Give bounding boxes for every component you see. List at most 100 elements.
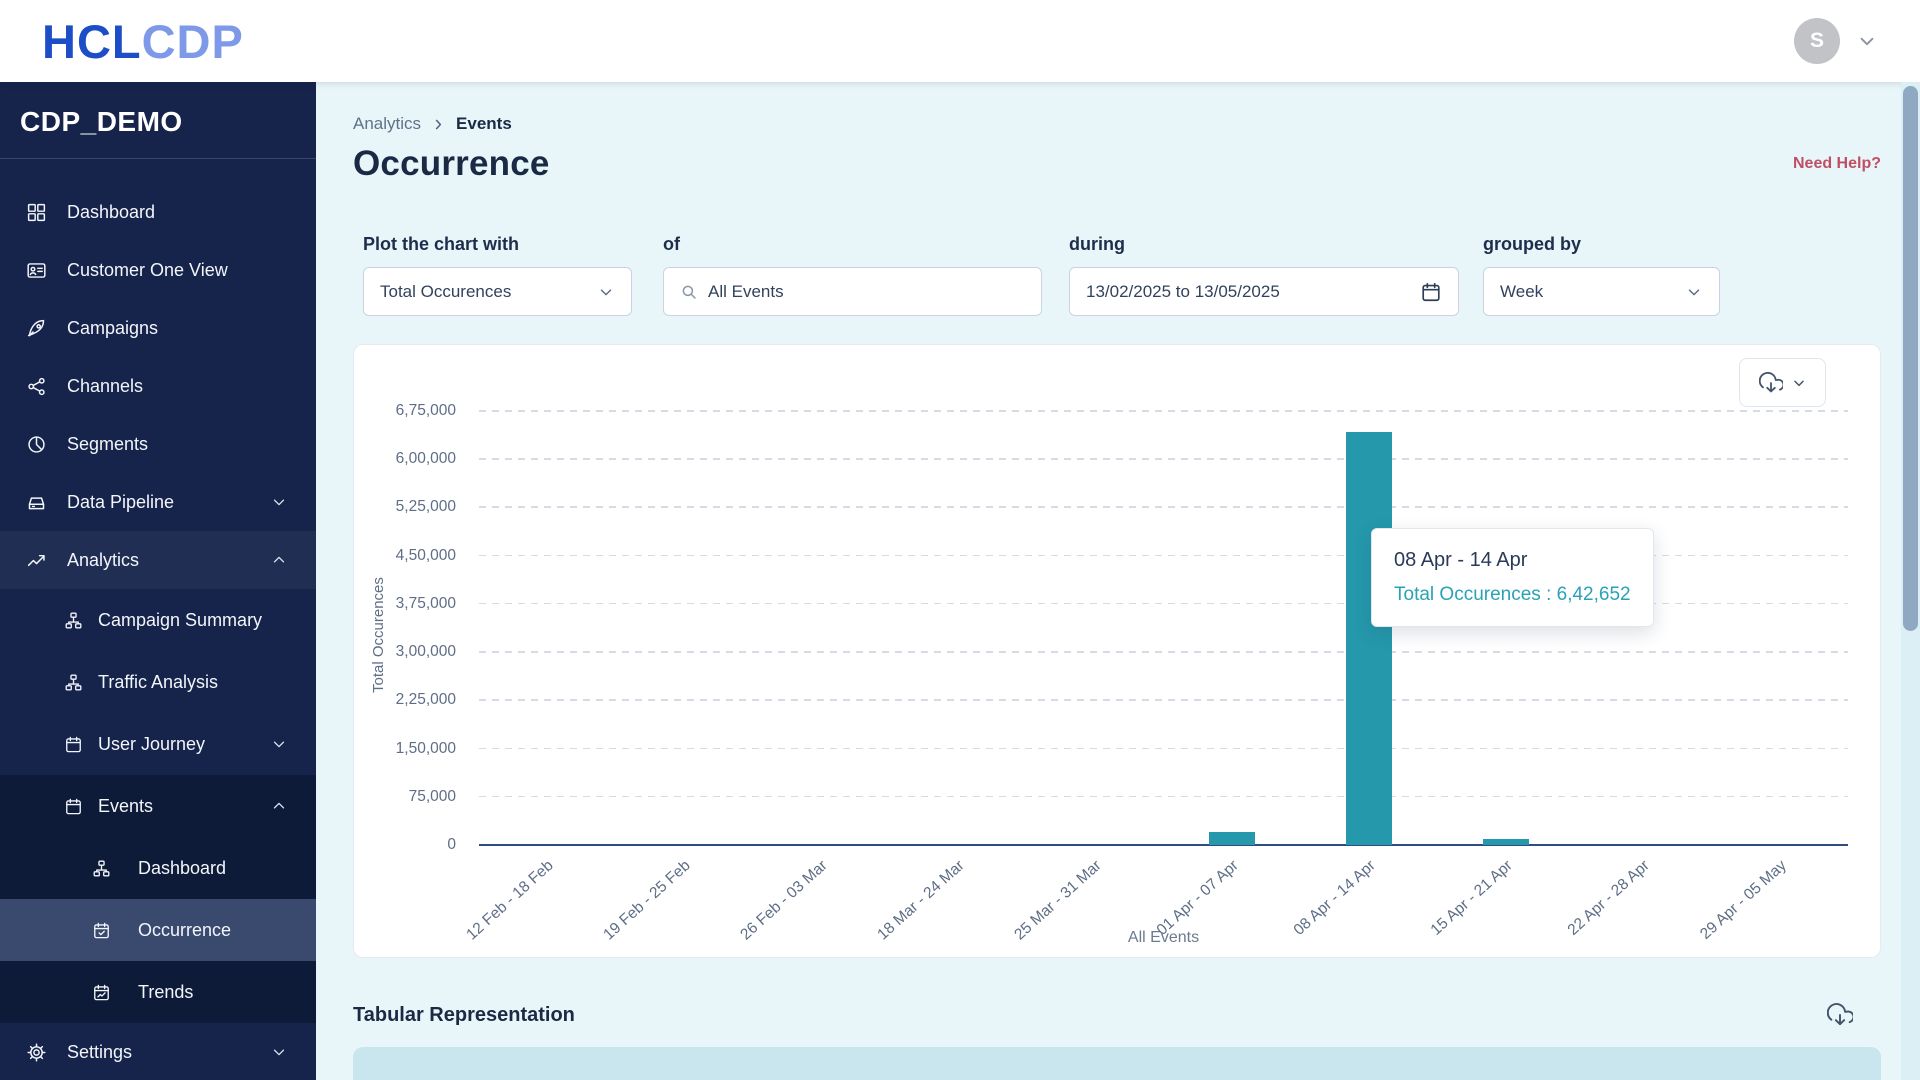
table-column-week[interactable]: Week: [353, 1063, 1004, 1080]
chevron-down-icon[interactable]: [1856, 30, 1878, 52]
tabular-heading-row: Tabular Representation: [353, 1002, 1881, 1028]
table-column-total-occurences[interactable]: Total Occurences: [1004, 1063, 1881, 1080]
chart-download-button[interactable]: [1739, 358, 1826, 407]
sidebar-item-label: User Journey: [98, 733, 206, 754]
chevron-down-icon: [270, 493, 288, 511]
chart-bar-08-apr-14-apr[interactable]: [1346, 432, 1392, 845]
app-logo: HCLCDP: [42, 18, 244, 65]
x-tick-label: 01 Apr - 07 Apr: [1153, 857, 1242, 939]
gridline: [479, 458, 1848, 460]
need-help-link[interactable]: Need Help?: [1793, 155, 1881, 173]
page-scrollbar[interactable]: [1901, 82, 1920, 1080]
gridline: [479, 410, 1848, 412]
events-search-field[interactable]: [663, 267, 1042, 316]
sidebar-item-label: Dashboard: [138, 857, 227, 878]
user-menu[interactable]: S: [1794, 18, 1878, 64]
logo-cdp: CDP: [141, 14, 244, 68]
chart-card: Total Occurences All Events 08 Apr - 14 …: [353, 344, 1881, 958]
of-label: of: [663, 234, 680, 254]
plot-dropdown[interactable]: Total Occurences: [363, 267, 632, 316]
sidebar-item-label: Trends: [138, 981, 194, 1002]
sidebar-item-label: Customer One View: [67, 259, 228, 280]
pie-user-icon: [26, 434, 47, 455]
top-bar: HCLCDP S: [0, 0, 1920, 82]
table-download-icon[interactable]: [1827, 1002, 1853, 1028]
rocket-icon: [26, 318, 47, 339]
sidebar-item-customer-one-view[interactable]: Customer One View: [0, 241, 316, 299]
filter-grouped: grouped by Week: [1483, 233, 1720, 316]
table-header: Week Total Occurences: [353, 1047, 1881, 1080]
events-search-input[interactable]: [708, 281, 1025, 302]
grouped-dropdown[interactable]: Week: [1483, 267, 1720, 316]
sidebar-subitem-trends[interactable]: Trends: [0, 961, 316, 1023]
chevron-down-icon: [1791, 375, 1807, 391]
chevron-right-icon: [431, 117, 446, 132]
chevron-down-icon: [597, 283, 615, 301]
logo-hcl: HCL: [42, 14, 142, 68]
sidebar-item-data-pipeline[interactable]: Data Pipeline: [0, 473, 316, 531]
calendar-icon[interactable]: [1420, 281, 1442, 303]
layers-icon: [26, 492, 47, 513]
chart-bar-15-apr-21-apr[interactable]: [1483, 839, 1529, 845]
scrollbar-thumb[interactable]: [1903, 86, 1918, 631]
y-axis-title: Total Occurences: [370, 577, 387, 693]
sidebar-item-dashboard[interactable]: Dashboard: [0, 183, 316, 241]
tooltip-title: 08 Apr - 14 Apr: [1394, 549, 1528, 571]
sidebar-subitem-occurrence[interactable]: Occurrence: [0, 899, 316, 961]
grouped-dropdown-value: Week: [1500, 281, 1544, 301]
sitemap-icon: [92, 859, 111, 878]
title-row: Occurrence Need Help?: [353, 140, 1881, 188]
y-tick-label: 5,25,000: [395, 498, 456, 516]
sidebar-item-segments[interactable]: Segments: [0, 415, 316, 473]
sidebar-item-label: Analytics: [67, 549, 140, 570]
y-tick-label: 0: [447, 836, 456, 853]
sidebar-item-campaigns[interactable]: Campaigns: [0, 299, 316, 357]
x-axis-line: [479, 844, 1848, 846]
trend-line-icon: [26, 550, 47, 571]
filter-plot: Plot the chart with Total Occurences: [363, 233, 632, 316]
during-label: during: [1069, 234, 1125, 254]
x-tick-label: 08 Apr - 14 Apr: [1290, 857, 1379, 939]
customer-card-icon: [26, 260, 47, 281]
chart-bar-01-apr-07-apr[interactable]: [1209, 832, 1255, 845]
sidebar-item-label: Occurrence: [138, 919, 232, 940]
gridline: [479, 651, 1848, 653]
y-tick-label: 3,00,000: [395, 643, 456, 661]
plot-label: Plot the chart with: [363, 234, 520, 254]
y-tick-label: 2,25,000: [395, 691, 456, 709]
sidebar-subitem-traffic-analysis[interactable]: Traffic Analysis: [0, 651, 316, 713]
breadcrumb-events: Events: [456, 114, 512, 133]
gridline: [479, 699, 1848, 701]
gridline: [479, 747, 1848, 750]
sidebar-item-analytics[interactable]: Analytics: [0, 531, 316, 589]
sidebar-item-settings[interactable]: Settings: [0, 1023, 316, 1080]
plot-dropdown-value: Total Occurences: [380, 281, 512, 301]
calendar-check-icon: [92, 921, 111, 940]
breadcrumb-analytics[interactable]: Analytics: [353, 114, 421, 134]
chevron-down-icon: [270, 735, 288, 753]
calendar-chart-icon: [92, 983, 111, 1002]
filter-during: during 13/02/2025 to 13/05/2025: [1069, 233, 1459, 316]
date-range-field[interactable]: 13/02/2025 to 13/05/2025: [1069, 267, 1459, 316]
date-range-value: 13/02/2025 to 13/05/2025: [1086, 281, 1280, 301]
sidebar-item-label: Settings: [67, 1041, 133, 1062]
chevron-up-icon: [270, 551, 288, 569]
sidebar-subitem-campaign-summary[interactable]: Campaign Summary: [0, 589, 316, 651]
sidebar-item-label: Channels: [67, 375, 144, 396]
y-tick-label: 3,75,000: [395, 594, 456, 612]
cloud-download-icon: [1758, 371, 1783, 395]
sidebar-subitem-dashboard[interactable]: Dashboard: [0, 837, 316, 899]
chevron-down-icon: [270, 1043, 288, 1061]
dashboard-icon: [26, 202, 47, 223]
sidebar-subitem-user-journey[interactable]: User Journey: [0, 713, 316, 775]
sitemap-icon: [64, 611, 83, 630]
page-title: Occurrence: [353, 144, 550, 183]
sidebar-item-channels[interactable]: Channels: [0, 357, 316, 415]
sidebar-subitem-events[interactable]: Events: [0, 775, 316, 837]
grouped-label: grouped by: [1483, 234, 1581, 254]
sidebar-item-label: Data Pipeline: [67, 491, 175, 512]
avatar[interactable]: S: [1794, 18, 1840, 64]
calendar-icon: [64, 735, 83, 754]
sidebar: CDP_DEMO Dashboard Customer One View Campa…: [0, 82, 316, 1080]
gridline: [479, 506, 1848, 508]
